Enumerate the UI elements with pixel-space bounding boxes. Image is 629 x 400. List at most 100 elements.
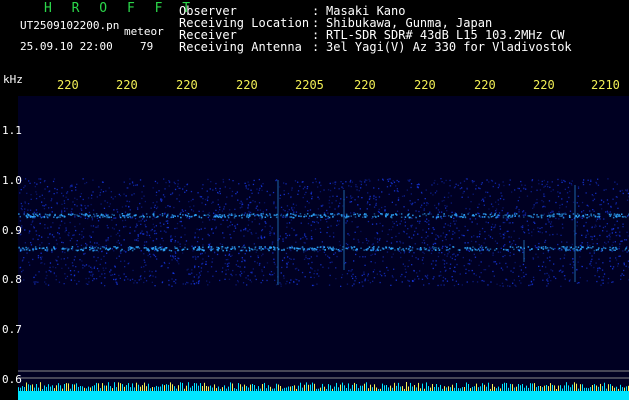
noise-speck xyxy=(612,241,614,243)
noise-speck xyxy=(444,215,447,217)
noise-speck xyxy=(367,220,370,223)
noise-speck xyxy=(438,275,440,277)
noise-speck xyxy=(297,190,300,192)
level-bar xyxy=(532,383,533,391)
carrier-speck xyxy=(561,213,563,215)
noise-speck xyxy=(280,272,282,274)
frequency-unit: kHz xyxy=(3,73,23,86)
noise-speck xyxy=(87,205,89,207)
noise-speck xyxy=(484,196,486,199)
noise-speck xyxy=(107,237,109,239)
noise-speck xyxy=(197,282,200,285)
carrier-speck xyxy=(428,249,430,251)
carrier-speck xyxy=(71,246,74,248)
level-bar xyxy=(608,384,609,391)
noise-speck xyxy=(150,207,152,209)
noise-speck xyxy=(327,267,330,269)
noise-speck xyxy=(399,242,402,244)
carrier-speck xyxy=(320,216,322,218)
noise-speck xyxy=(292,203,295,205)
noise-speck xyxy=(404,225,406,227)
noise-speck xyxy=(272,191,275,194)
noise-speck xyxy=(298,280,300,282)
noise-speck xyxy=(264,221,266,223)
noise-speck xyxy=(470,240,473,242)
noise-speck xyxy=(306,186,309,188)
noise-speck xyxy=(361,281,363,283)
carrier-speck xyxy=(151,248,154,250)
carrier-speck xyxy=(489,213,492,216)
level-bar xyxy=(348,383,349,391)
carrier-speck xyxy=(245,249,247,252)
noise-speck xyxy=(492,205,494,208)
noise-speck xyxy=(261,270,263,273)
noise-speck xyxy=(240,229,242,231)
noise-speck xyxy=(295,204,297,206)
noise-speck xyxy=(107,227,109,229)
noise-speck xyxy=(241,260,243,263)
noise-speck xyxy=(502,221,504,224)
noise-speck xyxy=(50,271,52,273)
noise-speck xyxy=(441,200,443,202)
carrier-speck xyxy=(582,214,585,217)
carrier-speck xyxy=(221,214,223,216)
carrier-speck xyxy=(85,247,87,249)
noise-speck xyxy=(115,224,117,226)
level-bar xyxy=(266,388,267,391)
noise-speck xyxy=(115,234,117,236)
carrier-speck xyxy=(260,246,262,248)
noise-speck xyxy=(532,207,534,209)
noise-speck xyxy=(581,217,583,219)
noise-speck xyxy=(543,179,545,182)
noise-speck xyxy=(317,196,319,198)
carrier-speck xyxy=(167,213,169,215)
carrier-speck xyxy=(49,214,51,217)
noise-speck xyxy=(86,244,88,246)
noise-speck xyxy=(350,201,353,203)
level-bar xyxy=(492,384,493,391)
carrier-speck xyxy=(182,214,184,216)
carrier-speck xyxy=(340,214,343,216)
noise-speck xyxy=(602,226,605,229)
noise-speck xyxy=(549,186,551,188)
level-bar xyxy=(314,383,315,391)
noise-speck xyxy=(401,281,403,283)
noise-speck xyxy=(275,179,277,182)
noise-speck xyxy=(550,221,553,223)
noise-speck xyxy=(518,196,521,198)
noise-speck xyxy=(522,272,525,274)
noise-speck xyxy=(125,251,127,253)
carrier-speck xyxy=(51,248,53,250)
noise-speck xyxy=(252,183,255,186)
noise-speck xyxy=(149,236,151,239)
noise-speck xyxy=(367,273,369,275)
noise-speck xyxy=(364,256,366,258)
noise-speck xyxy=(45,271,47,273)
noise-speck xyxy=(97,226,99,228)
level-bar xyxy=(214,384,215,391)
noise-speck xyxy=(502,207,504,209)
carrier-speck xyxy=(337,249,339,251)
noise-speck xyxy=(475,188,477,190)
noise-speck xyxy=(596,183,598,185)
noise-speck xyxy=(310,193,312,195)
carrier-speck xyxy=(425,214,427,217)
noise-speck xyxy=(207,216,209,219)
noise-speck xyxy=(30,223,32,226)
carrier-speck xyxy=(98,216,101,218)
noise-speck xyxy=(304,276,306,278)
carrier-speck xyxy=(611,247,614,250)
carrier-speck xyxy=(211,248,213,251)
carrier-speck xyxy=(588,215,590,218)
noise-speck xyxy=(255,232,257,234)
noise-speck xyxy=(231,274,233,277)
level-bar xyxy=(588,388,589,391)
noise-speck xyxy=(479,276,481,278)
carrier-speck xyxy=(563,246,565,248)
noise-speck xyxy=(92,279,94,282)
noise-speck xyxy=(274,279,276,281)
noise-speck xyxy=(204,198,207,201)
noise-speck xyxy=(201,196,203,198)
noise-speck xyxy=(202,244,204,246)
noise-speck xyxy=(597,267,599,269)
